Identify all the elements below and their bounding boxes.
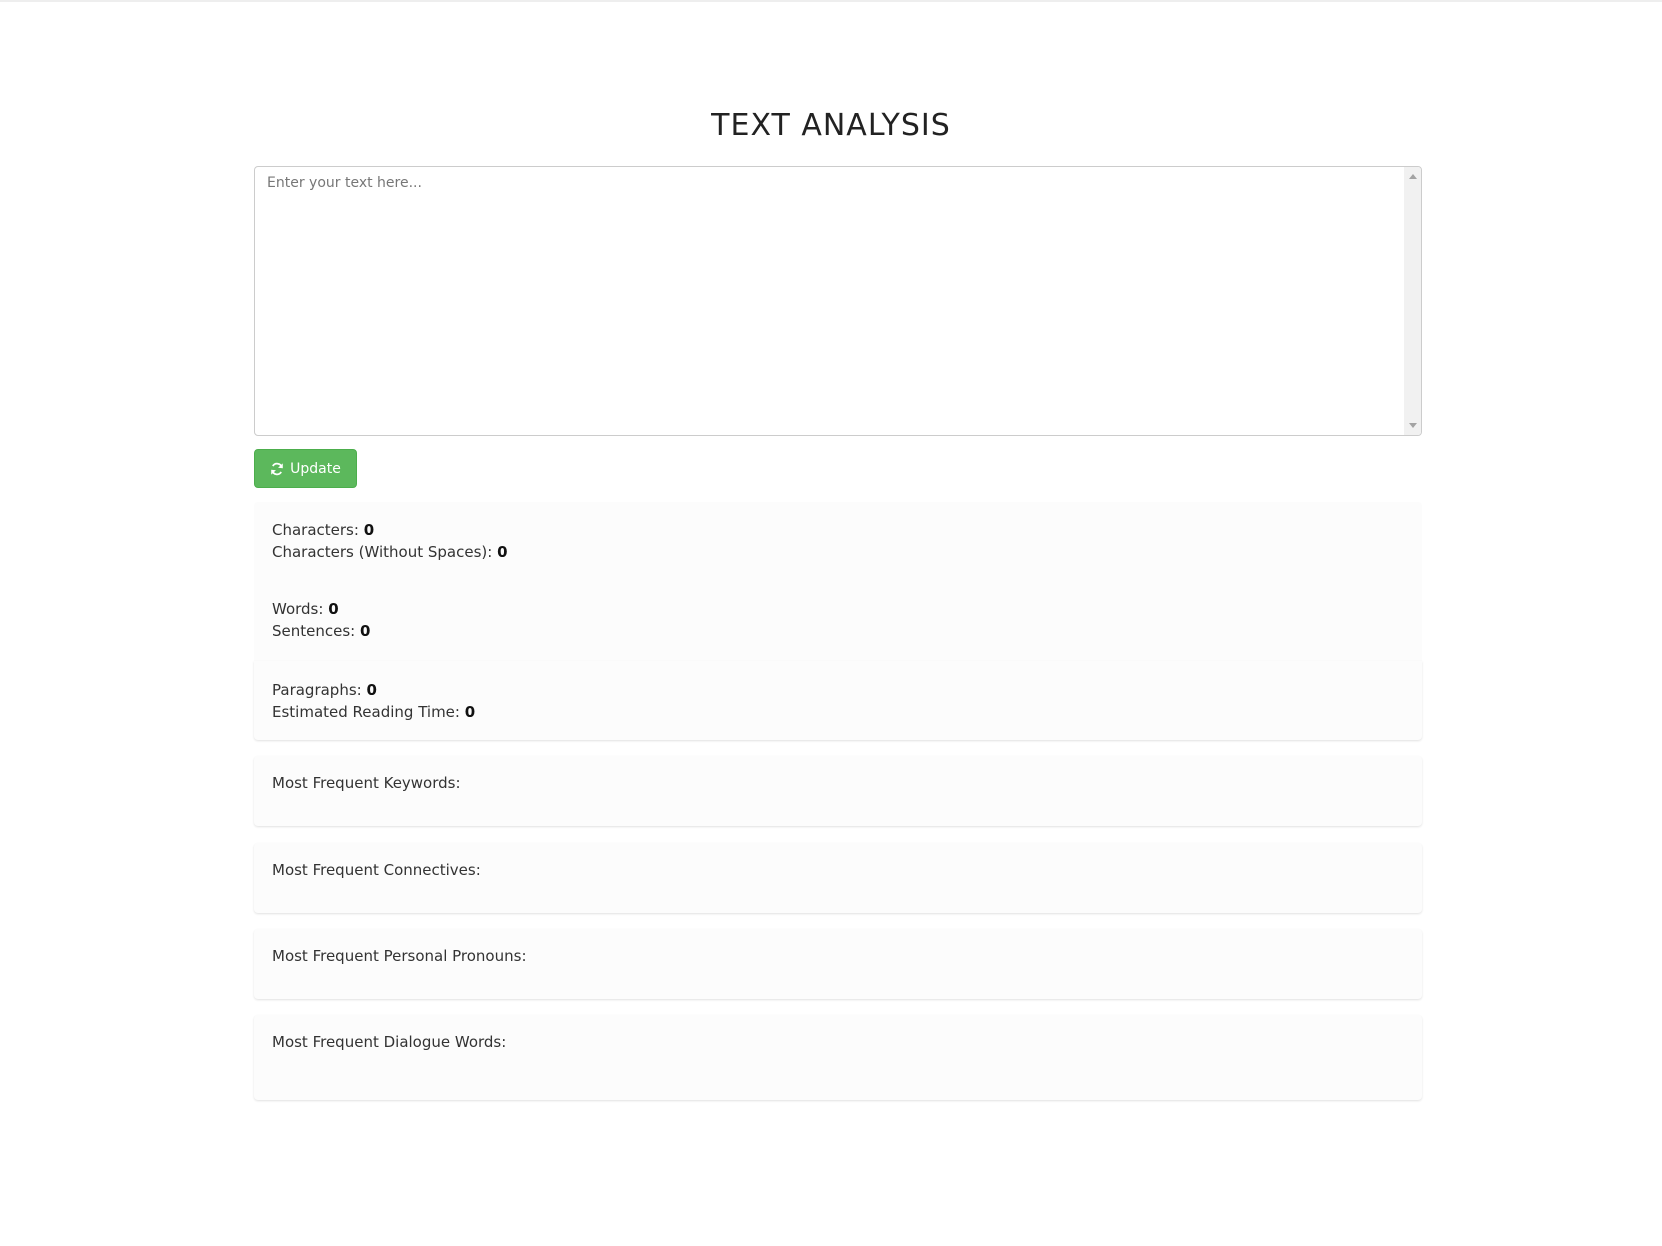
- stats-paragraphs-panel: Paragraphs: 0 Estimated Reading Time: 0: [254, 661, 1422, 740]
- stat-reading-time-label: Estimated Reading Time:: [272, 703, 460, 721]
- stat-paragraphs-label: Paragraphs:: [272, 681, 362, 699]
- stat-paragraphs: Paragraphs: 0: [272, 679, 1404, 701]
- text-input-container: [254, 166, 1422, 436]
- stat-characters-no-spaces: Characters (Without Spaces): 0: [272, 541, 1404, 563]
- stat-sentences-value: 0: [360, 622, 371, 640]
- stat-words-value: 0: [328, 600, 339, 618]
- stat-characters-value: 0: [363, 521, 375, 539]
- stat-characters-no-spaces-value: 0: [497, 543, 508, 561]
- scroll-up-arrow-icon[interactable]: [1409, 174, 1417, 179]
- dialogue-words-label: Most Frequent Dialogue Words:: [272, 1033, 507, 1051]
- page-title: TEXT ANALYSIS: [711, 108, 951, 143]
- dialogue-words-panel: Most Frequent Dialogue Words:: [254, 1015, 1422, 1100]
- keywords-label: Most Frequent Keywords:: [272, 774, 461, 792]
- update-button-label: Update: [290, 460, 341, 477]
- stats-characters-panel: Characters: 0 Characters (Without Spaces…: [254, 502, 1422, 581]
- text-input[interactable]: [255, 167, 1405, 435]
- stat-words: Words: 0: [272, 598, 1404, 620]
- stat-reading-time: Estimated Reading Time: 0: [272, 701, 1404, 723]
- keywords-panel: Most Frequent Keywords:: [254, 756, 1422, 826]
- stat-characters-no-spaces-label: Characters (Without Spaces):: [272, 543, 493, 561]
- stat-paragraphs-value: 0: [366, 681, 377, 699]
- stat-characters-label: Characters:: [272, 521, 359, 539]
- personal-pronouns-panel: Most Frequent Personal Pronouns:: [254, 929, 1422, 999]
- stat-sentences-label: Sentences:: [272, 622, 356, 640]
- stat-sentences: Sentences: 0: [272, 620, 1404, 642]
- stat-characters: Characters: 0: [272, 519, 1404, 541]
- scroll-down-arrow-icon[interactable]: [1409, 423, 1417, 428]
- personal-pronouns-label: Most Frequent Personal Pronouns:: [272, 947, 527, 965]
- stat-reading-time-value: 0: [464, 703, 476, 721]
- text-input-scrollbar[interactable]: [1404, 167, 1421, 435]
- update-button[interactable]: Update: [254, 449, 357, 488]
- stats-words-panel: Words: 0 Sentences: 0: [254, 581, 1422, 661]
- connectives-label: Most Frequent Connectives:: [272, 861, 481, 879]
- connectives-panel: Most Frequent Connectives:: [254, 843, 1422, 913]
- top-border: [0, 0, 1662, 2]
- refresh-icon: [270, 462, 284, 476]
- stat-words-label: Words:: [272, 600, 324, 618]
